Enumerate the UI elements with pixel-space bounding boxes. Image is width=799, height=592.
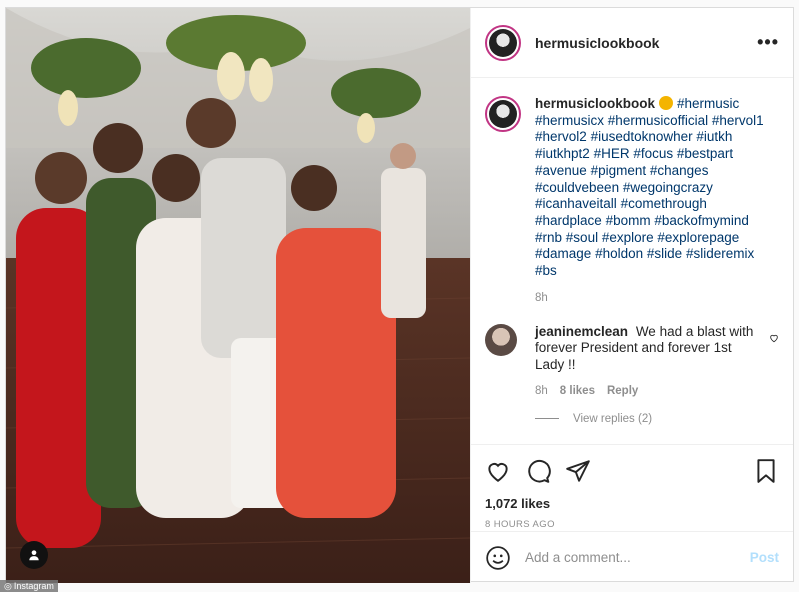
comments-section: hermusiclookbook #hermusic #hermusicx #he… — [471, 78, 793, 444]
hashtag-link[interactable]: #hervol1 — [712, 113, 764, 128]
reply-button[interactable]: Reply — [607, 385, 638, 397]
hashtag-link[interactable]: #avenue — [535, 163, 587, 178]
comment-heart-icon[interactable] — [769, 332, 779, 344]
view-replies-line — [535, 418, 559, 420]
hashtag-link[interactable]: #explore — [602, 230, 654, 245]
post-side-panel: hermusiclookbook ••• hermusiclookbook #he… — [470, 8, 793, 583]
comment-body: jeaninemclean We had a blast with foreve… — [535, 324, 755, 374]
post-header: hermusiclookbook ••• — [471, 8, 793, 78]
heart-icon[interactable] — [485, 458, 511, 484]
post-timestamp: 8 HOURS AGO — [485, 519, 555, 530]
comment-time: 8h — [535, 384, 548, 397]
hashtag-link[interactable]: #wegoingcrazy — [623, 180, 713, 195]
comment-input[interactable] — [525, 550, 750, 565]
page-frame: hermusiclookbook ••• hermusiclookbook #he… — [0, 0, 799, 592]
avatar[interactable] — [485, 24, 521, 61]
paper-plane-icon[interactable] — [565, 458, 591, 484]
hashtag-link[interactable]: #hermusicx — [535, 113, 604, 128]
camera-icon: ◎ — [4, 581, 12, 591]
caption-avatar[interactable] — [485, 96, 521, 132]
bookmark-icon[interactable] — [753, 458, 779, 484]
likes-count[interactable]: 1,072 likes — [471, 496, 793, 511]
hashtag-link[interactable]: #focus — [633, 146, 673, 161]
comment-meta: 8h 8 likes Reply — [535, 385, 755, 397]
post-comment-button[interactable]: Post — [750, 550, 779, 565]
instagram-post: hermusiclookbook ••• hermusiclookbook #he… — [5, 7, 794, 583]
hashtag-link[interactable]: #HER — [594, 146, 630, 161]
hashtag-link[interactable]: #slide — [647, 246, 682, 261]
comment-likes[interactable]: 8 likes — [560, 385, 595, 397]
instagram-watermark: ◎ Instagram — [0, 580, 58, 592]
hashtag-link[interactable]: #bestpart — [677, 146, 733, 161]
caption-text: hermusiclookbook #hermusic #hermusicx #he… — [535, 96, 775, 280]
add-comment-bar: Post — [471, 531, 793, 583]
emoji-icon[interactable] — [485, 545, 511, 571]
hashtag-link[interactable]: #iusedtoknowher — [591, 129, 693, 144]
action-bar — [471, 444, 793, 496]
hashtag-link[interactable]: #pigment — [591, 163, 647, 178]
hashtag-link[interactable]: #rnb — [535, 230, 562, 245]
hashtag-link[interactable]: #hermusicofficial — [608, 113, 708, 128]
hashtag-link[interactable]: #icanhaveitall — [535, 196, 617, 211]
hashtag-link[interactable]: #comethrough — [621, 196, 707, 211]
hashtag-link[interactable]: #iutkh — [696, 129, 732, 144]
comment-item: jeaninemclean We had a blast with foreve… — [485, 323, 779, 397]
tagged-users-button[interactable] — [20, 541, 48, 569]
hashtag-link[interactable]: #bs — [535, 263, 557, 278]
header-username[interactable]: hermusiclookbook — [535, 35, 757, 51]
hashtag-link[interactable]: #explorepage — [657, 230, 739, 245]
hashtag-link[interactable]: #hardplace — [535, 213, 602, 228]
comment-username[interactable]: jeaninemclean — [535, 324, 628, 339]
comment-icon[interactable] — [525, 458, 551, 484]
hashtag-link[interactable]: #damage — [535, 246, 591, 261]
watermark-label: Instagram — [13, 581, 54, 591]
post-photo[interactable] — [6, 8, 470, 583]
caption-username[interactable]: hermusiclookbook — [535, 96, 655, 111]
more-options-button[interactable]: ••• — [757, 32, 779, 53]
caption-time: 8h — [535, 291, 548, 304]
view-replies-button[interactable]: View replies (2) — [535, 413, 779, 425]
hashtag-link[interactable]: #slideremix — [686, 246, 754, 261]
hashtag-link[interactable]: #backofmymind — [654, 213, 749, 228]
hashtag-link[interactable]: #soul — [566, 230, 598, 245]
hashtag-link[interactable]: #changes — [650, 163, 709, 178]
hashtag-link[interactable]: #couldvebeen — [535, 180, 619, 195]
caption-hashtags: #hermusic #hermusicx #hermusicofficial #… — [535, 96, 764, 278]
hashtag-link[interactable]: #iutkhpt2 — [535, 146, 590, 161]
hashtag-link[interactable]: #hervol2 — [535, 129, 587, 144]
party-photo-image — [6, 8, 470, 583]
hashtag-link[interactable]: #hermusic — [677, 96, 739, 111]
caption: hermusiclookbook #hermusic #hermusicx #he… — [485, 96, 779, 304]
view-replies-label: View replies (2) — [573, 412, 653, 425]
hashtag-link[interactable]: #bomm — [606, 213, 651, 228]
smiling-face-emoji-icon — [659, 96, 674, 110]
hashtag-link[interactable]: #holdon — [595, 246, 643, 261]
user-tag-icon — [29, 550, 39, 561]
comment-avatar[interactable] — [485, 323, 517, 356]
